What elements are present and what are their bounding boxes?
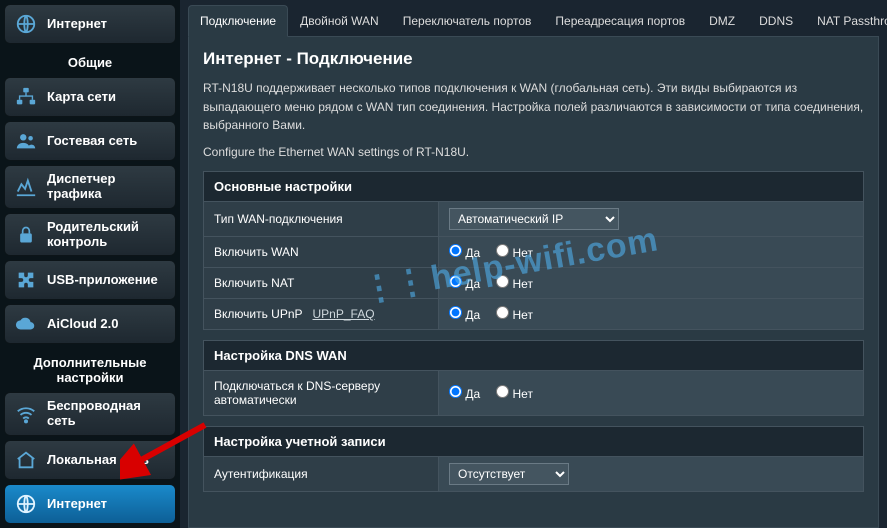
row-dns-auto: Подключаться к DNS-серверу автоматически… — [203, 371, 864, 416]
row-auth: Аутентификация Отсутствует — [203, 457, 864, 492]
sidebar-item-label: USB-приложение — [47, 273, 158, 288]
sidebar-item-label: Интернет — [47, 17, 107, 32]
dns-auto-yes[interactable] — [449, 385, 462, 398]
enable-upnp-no[interactable] — [496, 306, 509, 319]
dns-auto-label: Подключаться к DNS-серверу автоматически — [204, 371, 439, 415]
sidebar-header-advanced: Дополнительные настройки — [4, 348, 176, 388]
traffic-icon — [15, 176, 37, 198]
section-basic-header: Основные настройки — [203, 171, 864, 202]
tab-dual-wan[interactable]: Двойной WAN — [288, 5, 391, 37]
sidebar-top-internet[interactable]: Интернет — [4, 4, 176, 44]
lock-icon — [15, 224, 37, 246]
sidebar-item-label: AiCloud 2.0 — [47, 317, 119, 332]
enable-upnp-label: Включить UPnP — [214, 307, 303, 321]
puzzle-icon — [15, 269, 37, 291]
sidebar-item-aicloud[interactable]: AiCloud 2.0 — [4, 304, 176, 344]
sidebar-item-lan[interactable]: Локальная сеть — [4, 440, 176, 480]
row-wan-type: Тип WAN-подключения Автоматический IP — [203, 202, 864, 237]
content: Интернет - Подключение RT-N18U поддержив… — [188, 37, 879, 528]
tabs: Подключение Двойной WAN Переключатель по… — [188, 4, 879, 37]
row-enable-upnp: Включить UPnP UPnP_FAQ Да Нет — [203, 299, 864, 330]
tab-port-switch[interactable]: Переключатель портов — [391, 5, 544, 37]
enable-nat-yes[interactable] — [449, 275, 462, 288]
sidebar-item-internet[interactable]: Интернет — [4, 484, 176, 524]
sidebar-item-label: Гостевая сеть — [47, 134, 137, 149]
enable-wan-yes[interactable] — [449, 244, 462, 257]
tab-dmz[interactable]: DMZ — [697, 5, 747, 37]
network-map-icon — [15, 86, 37, 108]
section-dns-header: Настройка DNS WAN — [203, 340, 864, 371]
sidebar-item-label: Диспетчер трафика — [47, 172, 165, 202]
page-description-en: Configure the Ethernet WAN settings of R… — [203, 145, 864, 159]
users-icon — [15, 130, 37, 152]
sidebar-item-traffic-manager[interactable]: Диспетчер трафика — [4, 165, 176, 209]
sidebar-item-label: Карта сети — [47, 90, 116, 105]
sidebar-header-general: Общие — [4, 48, 176, 73]
auth-select[interactable]: Отсутствует — [449, 463, 569, 485]
enable-wan-no[interactable] — [496, 244, 509, 257]
section-account-header: Настройка учетной записи — [203, 426, 864, 457]
sidebar-item-label: Родительский контроль — [47, 220, 165, 250]
sidebar-item-parental-control[interactable]: Родительский контроль — [4, 213, 176, 257]
enable-nat-label: Включить NAT — [204, 268, 439, 298]
globe-icon — [15, 13, 37, 35]
wan-type-select[interactable]: Автоматический IP — [449, 208, 619, 230]
wifi-icon — [15, 403, 37, 425]
enable-nat-no[interactable] — [496, 275, 509, 288]
upnp-faq-link[interactable]: UPnP_FAQ — [313, 307, 375, 321]
enable-upnp-yes[interactable] — [449, 306, 462, 319]
enable-wan-label: Включить WAN — [204, 237, 439, 267]
sidebar-item-network-map[interactable]: Карта сети — [4, 77, 176, 117]
sidebar-item-label: Интернет — [47, 497, 107, 512]
page-description: RT-N18U поддерживает несколько типов под… — [203, 79, 864, 135]
tab-connection[interactable]: Подключение — [188, 5, 288, 37]
sidebar-item-guest-network[interactable]: Гостевая сеть — [4, 121, 176, 161]
wan-type-label: Тип WAN-подключения — [204, 202, 439, 236]
sidebar-item-usb-app[interactable]: USB-приложение — [4, 260, 176, 300]
tab-nat-passthrough[interactable]: NAT Passthrough — [805, 5, 887, 37]
page-title: Интернет - Подключение — [203, 49, 864, 69]
tab-port-forwarding[interactable]: Переадресация портов — [543, 5, 697, 37]
tab-ddns[interactable]: DDNS — [747, 5, 805, 37]
main-panel: Подключение Двойной WAN Переключатель по… — [180, 0, 887, 528]
home-icon — [15, 449, 37, 471]
cloud-icon — [15, 313, 37, 335]
globe-icon — [15, 493, 37, 515]
row-enable-wan: Включить WAN Да Нет — [203, 237, 864, 268]
row-enable-nat: Включить NAT Да Нет — [203, 268, 864, 299]
sidebar: Интернет Общие Карта сети Гостевая сеть … — [0, 0, 180, 528]
sidebar-item-wireless[interactable]: Беспроводная сеть — [4, 392, 176, 436]
sidebar-item-label: Беспроводная сеть — [47, 399, 165, 429]
dns-auto-no[interactable] — [496, 385, 509, 398]
auth-label: Аутентификация — [204, 457, 439, 491]
sidebar-item-label: Локальная сеть — [47, 453, 149, 468]
